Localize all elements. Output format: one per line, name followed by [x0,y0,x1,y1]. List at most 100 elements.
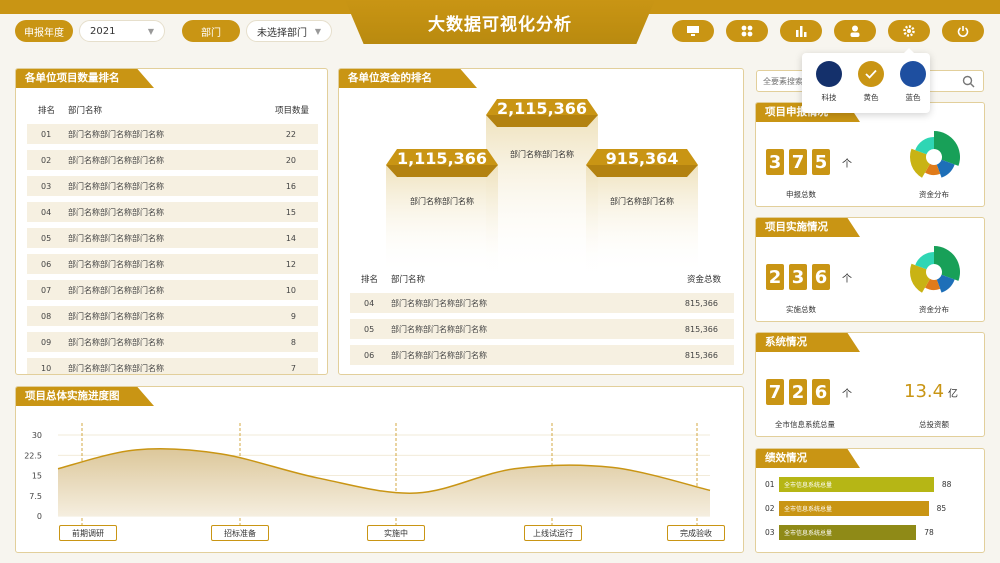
row-rank: 07 [41,285,52,295]
bar-index: 01 [765,480,775,489]
podium-3-value: 915,364 [605,149,679,168]
user-button[interactable] [834,20,876,42]
panel-title: 各单位项目数量排名 [16,69,154,88]
implement-digits: 2 3 6 [766,264,830,290]
theme-popup: 科技 黄色 蓝色 [802,48,933,113]
system-panel: 系统情况 7 2 6 个 全市信息系统总量 13.4 亿 总投资额 [755,332,985,437]
row-name: 部门名称部门名称部门名称 [68,181,164,191]
bar-value: 78 [924,528,934,537]
dept-select-value: 未选择部门 [257,27,307,39]
unit: 个 [842,159,852,170]
theme-label: 黄色 [863,93,879,102]
performance-panel: 绩效情况 01 全市信息系统总量 88 02 全市信息系统总量 85 03 全市信息系统总量 7… [755,448,985,553]
stats-button[interactable] [780,20,822,42]
table-row: 08 部门名称部门名称部门名称 9 [27,306,318,326]
swatch[interactable] [900,61,926,87]
digit: 7 [766,379,784,405]
count-label: 申报总数 [786,190,816,199]
bar-label: 全市信息系统总量 [784,506,833,513]
table-row: 04 部门名称部门名称部门名称 15 [27,202,318,222]
row-name: 部门名称部门名称部门名称 [68,155,164,165]
fund-rank-panel: 各单位资金的排名 2,115,366 部门名称部门名称 1,115,366 部门… [338,68,744,375]
table-row: 06 部门名称部门名称部门名称 815,366 [350,345,734,365]
monitor-button[interactable] [672,20,714,42]
row-rank: 03 [41,181,52,191]
bar-chart-icon [796,26,807,37]
podium-3-name: 部门名称部门名称 [610,197,674,206]
digit: 5 [812,149,830,175]
row-rank: 08 [41,311,52,321]
theme-option-yellow[interactable]: 黄色 [851,61,891,103]
power-button[interactable] [942,20,984,42]
row-rank: 05 [364,324,375,334]
row-rank: 04 [41,207,52,217]
table-row: 06 部门名称部门名称部门名称 12 [27,254,318,274]
dept-select[interactable]: 未选择部门 ▼ [246,20,332,42]
gear-icon [903,25,915,37]
invest-label: 总投资额 [919,420,949,429]
swatch[interactable] [816,61,842,87]
bar-label: 全市信息系统总量 [784,482,833,489]
year-select[interactable]: 2021 ▼ [79,20,165,42]
row-count: 7 [290,363,296,373]
table-row: 09 部门名称部门名称部门名称 8 [27,332,318,352]
fund-distribution-donut [910,246,960,293]
row-name: 部门名称部门名称部门名称 [68,233,164,243]
row-rank: 05 [41,233,52,243]
project-rank-panel: 各单位项目数量排名 排名 部门名称 项目数量 01 部门名称部门名称部门名称 22 0… [15,68,328,375]
bar-value: 88 [941,480,952,489]
chevron-down-icon: ▼ [314,26,321,36]
year-select-value: 2021 [90,25,116,37]
theme-option-blue[interactable]: 蓝色 [893,61,933,103]
search-icon[interactable] [962,75,975,88]
bar-label: 全市信息系统总量 [784,530,833,537]
digit: 6 [812,379,830,405]
panel-title: 绩效情况 [756,449,860,468]
stage-label: 实施中 [367,525,425,541]
row-total: 815,366 [684,350,718,360]
row-name: 部门名称部门名称部门名称 [68,363,164,373]
dist-label: 资金分布 [919,305,949,314]
y-tick-label: 22.5 [24,451,42,460]
row-total: 815,366 [684,298,718,308]
podium-1-name: 部门名称部门名称 [510,150,574,159]
table-row: 01 部门名称部门名称部门名称 22 [27,124,318,144]
table-row: 04 部门名称部门名称部门名称 815,366 [350,293,734,313]
row-name: 部门名称部门名称部门名称 [391,350,487,360]
podium-2-value: 1,115,366 [396,149,488,168]
digit: 2 [766,264,784,290]
y-tick-label: 7.5 [29,492,42,501]
donut-segment [934,246,960,281]
system-digits: 7 2 6 [766,379,830,405]
theme-option-tech[interactable]: 科技 [809,61,849,103]
theme-label: 蓝色 [905,93,921,102]
swatch[interactable] [858,61,884,87]
apps-icon [741,25,753,37]
digit: 2 [789,379,807,405]
theme-options: 科技 黄色 蓝色 [809,61,933,103]
page-title: 大数据可视化分析 [428,15,572,35]
col-name: 部门名称 [391,275,426,285]
table-row: 03 部门名称部门名称部门名称 16 [27,176,318,196]
theme-label: 科技 [821,93,837,102]
row-name: 部门名称部门名称部门名称 [68,207,164,217]
declare-digits: 3 7 5 [766,149,830,175]
digit: 7 [789,149,807,175]
row-rank: 02 [41,155,52,165]
row-name: 部门名称部门名称部门名称 [68,337,164,347]
settings-button[interactable] [888,20,930,42]
row-rank: 04 [364,298,375,308]
year-label: 申报年度 [15,20,73,42]
table-row: 10 部门名称部门名称部门名称 7 [27,358,318,374]
col-count: 项目数量 [275,106,310,116]
row-count: 16 [285,181,296,191]
y-tick-label: 30 [32,431,42,440]
podium-2-name: 部门名称部门名称 [410,197,474,206]
apps-button[interactable] [726,20,768,42]
row-count: 14 [285,233,296,243]
donut-segment [934,131,960,166]
check-icon [865,69,877,79]
unit: 个 [842,274,852,285]
stage-label: 上线试运行 [524,525,582,541]
row-count: 12 [285,259,296,269]
